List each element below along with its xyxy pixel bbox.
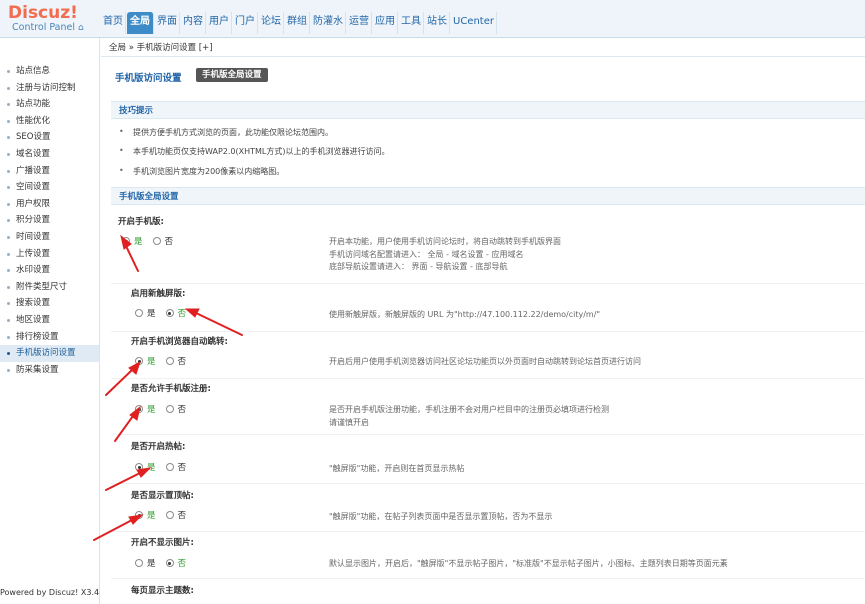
sidebar-item-register[interactable]: 注册与访问控制 bbox=[0, 80, 99, 97]
nav-tools[interactable]: 工具 bbox=[399, 12, 424, 34]
setting-register-options: 是 否 bbox=[135, 403, 196, 415]
radio-yes[interactable] bbox=[135, 405, 143, 413]
tip-item: 提供方便手机方式浏览的页面，此功能仅限论坛范围内。 bbox=[119, 127, 333, 138]
setting-noimage-label: 开启不显示图片: bbox=[131, 538, 194, 548]
global-settings-header: 手机版全局设置 bbox=[111, 187, 865, 205]
main-content: 手机版访问设置 手机版全局设置 技巧提示 提供方便手机方式浏览的页面，此功能仅限… bbox=[101, 58, 865, 604]
sidebar-item-domain[interactable]: 域名设置 bbox=[0, 146, 99, 163]
sidebar-item-time[interactable]: 时间设置 bbox=[0, 229, 99, 246]
setting-register-desc: 是否开启手机版注册功能，手机注册不会对用户栏目中的注册页必填项进行检测 请谨慎开… bbox=[329, 405, 609, 427]
divider bbox=[111, 378, 865, 379]
radio-no[interactable] bbox=[165, 357, 174, 365]
sidebar-item-region[interactable]: 地区设置 bbox=[0, 312, 99, 329]
setting-touch-desc: 使用新触屏版，新触屏版的 URL 为"http://47.100.112.22/… bbox=[329, 310, 601, 319]
radio-no[interactable] bbox=[165, 559, 174, 567]
setting-perpage-label: 每页显示主题数: bbox=[131, 586, 194, 596]
nav-users[interactable]: 用户 bbox=[207, 12, 232, 34]
radio-yes[interactable] bbox=[135, 309, 143, 317]
nav-interface[interactable]: 界面 bbox=[155, 12, 180, 34]
sidebar-item-credits[interactable]: 积分设置 bbox=[0, 212, 99, 229]
sidebar-item-performance[interactable]: 性能优化 bbox=[0, 113, 99, 130]
nav-content[interactable]: 内容 bbox=[181, 12, 206, 34]
setting-noimage-options: 是 否 bbox=[135, 557, 196, 569]
setting-touch-options: 是 否 bbox=[135, 307, 196, 319]
home-icon[interactable]: ⌂ bbox=[78, 23, 84, 33]
radio-yes[interactable] bbox=[135, 511, 143, 519]
setting-hotthread-label: 是否开启热帖: bbox=[131, 442, 186, 452]
radio-yes[interactable] bbox=[135, 357, 143, 365]
setting-mobile-enable-options: 是 否 bbox=[122, 235, 183, 247]
nav-home[interactable]: 首页 bbox=[101, 12, 126, 34]
nav-group[interactable]: 群组 bbox=[285, 12, 310, 34]
nav-ucenter[interactable]: UCenter bbox=[451, 12, 497, 34]
breadcrumb: 全局 » 手机版访问设置 [+] bbox=[101, 39, 865, 57]
sidebar-item-upload[interactable]: 上传设置 bbox=[0, 246, 99, 263]
divider bbox=[111, 434, 865, 435]
sidebar-item-permissions[interactable]: 用户权限 bbox=[0, 196, 99, 213]
setting-register-label: 是否允许手机版注册: bbox=[131, 384, 211, 394]
divider bbox=[111, 331, 865, 332]
divider bbox=[111, 483, 865, 484]
sidebar-item-site-info[interactable]: 站点信息 bbox=[0, 63, 99, 80]
sidebar-item-watermark[interactable]: 水印设置 bbox=[0, 262, 99, 279]
tip-item: 本手机功能页仅支持WAP2.0(XHTML方式)以上的手机浏览器进行访问。 bbox=[119, 146, 389, 157]
radio-yes[interactable] bbox=[122, 237, 130, 245]
nav-webmaster[interactable]: 站长 bbox=[425, 12, 450, 34]
divider bbox=[111, 283, 865, 284]
radio-no[interactable] bbox=[165, 511, 174, 519]
setting-hotthread-desc: "触屏版"功能，开启则在首页显示热帖 bbox=[329, 464, 465, 473]
sidebar: 站点信息 注册与访问控制 站点功能 性能优化 SEO设置 域名设置 广播设置 空… bbox=[0, 63, 99, 583]
nav-global[interactable]: 全局 bbox=[127, 12, 154, 34]
nav-operation[interactable]: 运营 bbox=[347, 12, 372, 34]
sidebar-item-seo[interactable]: SEO设置 bbox=[0, 129, 99, 146]
divider bbox=[111, 531, 865, 532]
sidebar-item-search[interactable]: 搜索设置 bbox=[0, 295, 99, 312]
nav-forum[interactable]: 论坛 bbox=[259, 12, 284, 34]
setting-touch-label: 启用新触屏版: bbox=[131, 289, 186, 299]
setting-hotthread-options: 是 否 bbox=[135, 461, 196, 473]
header: Discuz! Control Panel ⌂ 首页 全局 界面 内容 用户 门… bbox=[0, 0, 865, 38]
sidebar-item-broadcast[interactable]: 广播设置 bbox=[0, 163, 99, 180]
sidebar-divider bbox=[99, 38, 100, 604]
setting-noimage-desc: 默认显示图片，开启后，"触屏版"不显示帖子图片，"标准版"不显示帖子图片，小图标… bbox=[329, 559, 728, 568]
sidebar-item-attachment[interactable]: 附件类型尺寸 bbox=[0, 279, 99, 296]
setting-sticky-desc: "触屏版"功能，在帖子列表页面中是否显示置顶帖，否为不显示 bbox=[329, 512, 553, 521]
tips-header: 技巧提示 bbox=[111, 101, 865, 119]
radio-no[interactable] bbox=[165, 309, 174, 317]
sidebar-item-ranking[interactable]: 排行榜设置 bbox=[0, 329, 99, 346]
tab-global-settings[interactable]: 手机版全局设置 bbox=[196, 68, 268, 82]
radio-no[interactable] bbox=[165, 405, 174, 413]
logo-title: Discuz! bbox=[8, 3, 78, 23]
logo[interactable]: Discuz! Control Panel ⌂ bbox=[8, 4, 98, 36]
radio-yes[interactable] bbox=[135, 463, 143, 471]
tip-item: 手机浏览图片宽度为200像素以内缩略图。 bbox=[119, 166, 284, 177]
logo-subtitle: Control Panel bbox=[12, 22, 75, 33]
setting-mobile-enable-desc: 开启本功能，用户使用手机访问论坛时，将自动跳转到手机版界面 手机访问域名配置请进… bbox=[329, 237, 561, 271]
radio-no[interactable] bbox=[165, 463, 174, 471]
setting-autoredirect-options: 是 否 bbox=[135, 355, 196, 367]
page-title: 手机版访问设置 bbox=[115, 73, 182, 84]
nav-apps[interactable]: 应用 bbox=[373, 12, 398, 34]
powered-by: Powered by Discuz! X3.4 bbox=[0, 588, 100, 597]
setting-autoredirect-label: 开启手机浏览器自动跳转: bbox=[131, 337, 228, 347]
setting-mobile-enable-label: 开启手机版: bbox=[118, 217, 164, 227]
sidebar-item-space[interactable]: 空间设置 bbox=[0, 179, 99, 196]
radio-yes[interactable] bbox=[135, 559, 143, 567]
nav-antispam[interactable]: 防灌水 bbox=[311, 12, 346, 34]
sidebar-item-mobile[interactable]: 手机版访问设置 bbox=[0, 345, 99, 362]
top-nav: 首页 全局 界面 内容 用户 门户 论坛 群组 防灌水 运营 应用 工具 站长 … bbox=[101, 12, 498, 36]
sidebar-item-site-features[interactable]: 站点功能 bbox=[0, 96, 99, 113]
radio-no[interactable] bbox=[152, 237, 161, 245]
setting-sticky-label: 是否显示置顶帖: bbox=[131, 491, 194, 501]
setting-autoredirect-desc: 开启后用户使用手机浏览器访问社区论坛功能页以外页面时自动跳转到论坛首页进行访问 bbox=[329, 357, 641, 366]
divider bbox=[111, 578, 865, 579]
sidebar-item-anticrawl[interactable]: 防采集设置 bbox=[0, 362, 99, 379]
setting-sticky-options: 是 否 bbox=[135, 509, 196, 521]
nav-portal[interactable]: 门户 bbox=[233, 12, 258, 34]
